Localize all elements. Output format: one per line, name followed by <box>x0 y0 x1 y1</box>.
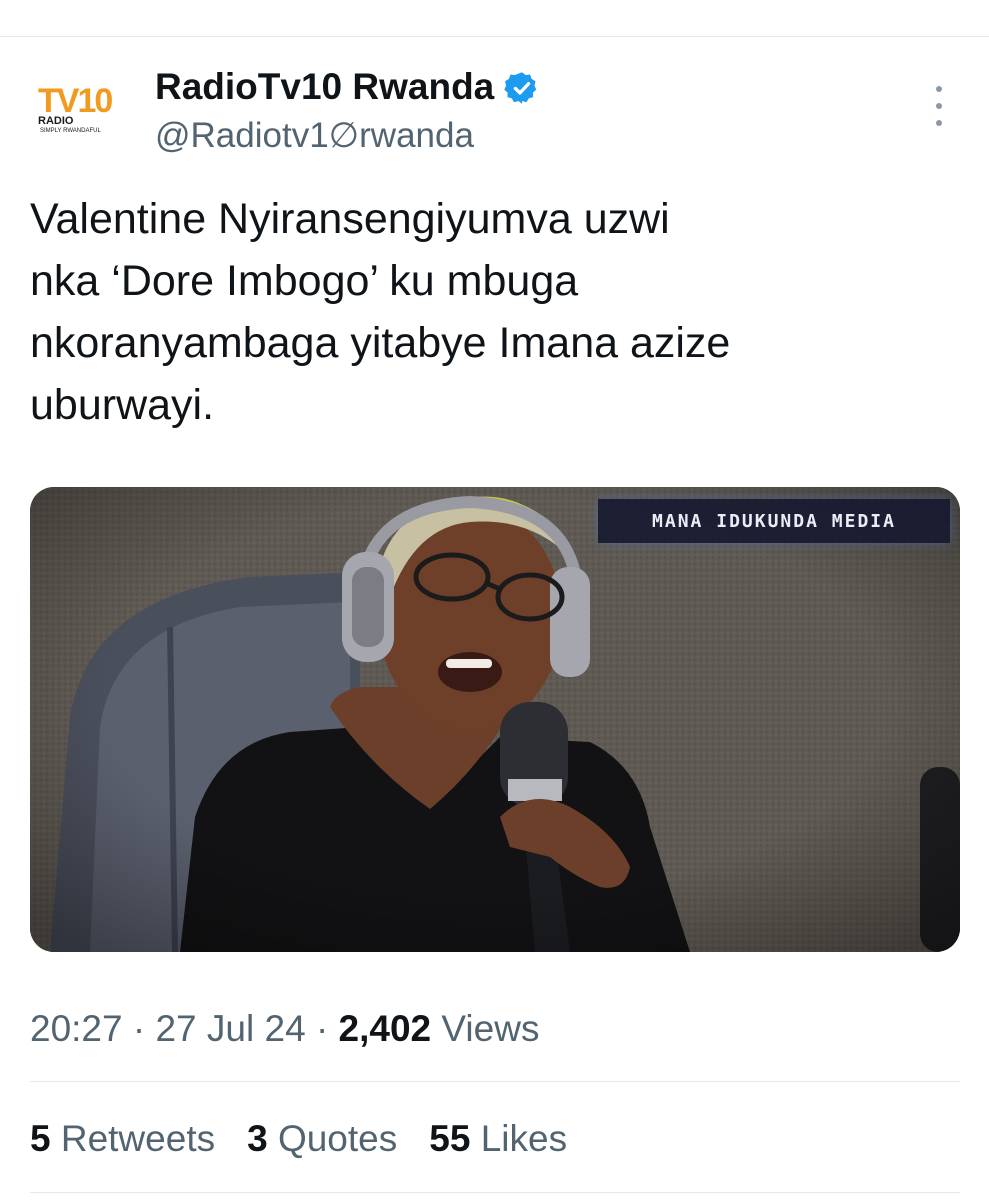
views-label: Views <box>441 1008 540 1049</box>
avatar[interactable]: TV10 RADIO SIMPLY RWANDAFUL <box>30 76 126 154</box>
watermark: MANA IDUKUNDA MEDIA <box>598 499 950 543</box>
more-dot <box>936 86 942 92</box>
radiotv10-logo: TV10 RADIO SIMPLY RWANDAFUL <box>38 82 114 134</box>
more-dot <box>936 120 942 126</box>
tweet-image[interactable]: MANA IDUKUNDA MEDIA <box>30 487 960 952</box>
divider <box>30 1192 960 1193</box>
author-name-row[interactable]: RadioTv10 Rwanda <box>155 64 540 110</box>
more-vertical-icon[interactable] <box>926 86 952 126</box>
retweets-stat[interactable]: 5 Retweets <box>30 1114 215 1164</box>
quotes-count: 3 <box>247 1118 268 1159</box>
quotes-label: Quotes <box>277 1118 398 1159</box>
divider <box>30 1081 960 1082</box>
logo-sub-text: RADIO <box>38 115 74 127</box>
likes-label: Likes <box>480 1118 568 1159</box>
tweet-time[interactable]: 20:27 <box>30 1008 123 1049</box>
retweets-label: Retweets <box>60 1118 216 1159</box>
likes-count: 55 <box>429 1118 471 1159</box>
top-divider <box>0 36 989 37</box>
engagement-stats: 5 Retweets 3 Quotes 55 Likes <box>30 1114 567 1164</box>
photo-illustration <box>30 487 960 952</box>
meta-separator: · <box>315 1008 329 1049</box>
author-handle[interactable]: @Radiotv1∅rwanda <box>155 114 474 158</box>
tweet-meta: 20:27 · 27 Jul 24 · 2,402 Views <box>30 1004 539 1054</box>
tweet-text: Valentine Nyiransengiyumva uzwi nka ‘Dor… <box>30 195 731 429</box>
views-count: 2,402 <box>338 1008 432 1049</box>
more-dot <box>936 103 942 109</box>
meta-separator: · <box>132 1008 146 1049</box>
likes-stat[interactable]: 55 Likes <box>429 1114 567 1164</box>
verified-badge-icon <box>504 72 537 104</box>
retweets-count: 5 <box>30 1118 51 1159</box>
display-name[interactable]: RadioTv10 Rwanda <box>155 64 494 110</box>
logo-tagline: SIMPLY RWANDAFUL <box>40 128 101 134</box>
quotes-stat[interactable]: 3 Quotes <box>247 1114 397 1164</box>
tweet-date[interactable]: 27 Jul 24 <box>155 1008 305 1049</box>
